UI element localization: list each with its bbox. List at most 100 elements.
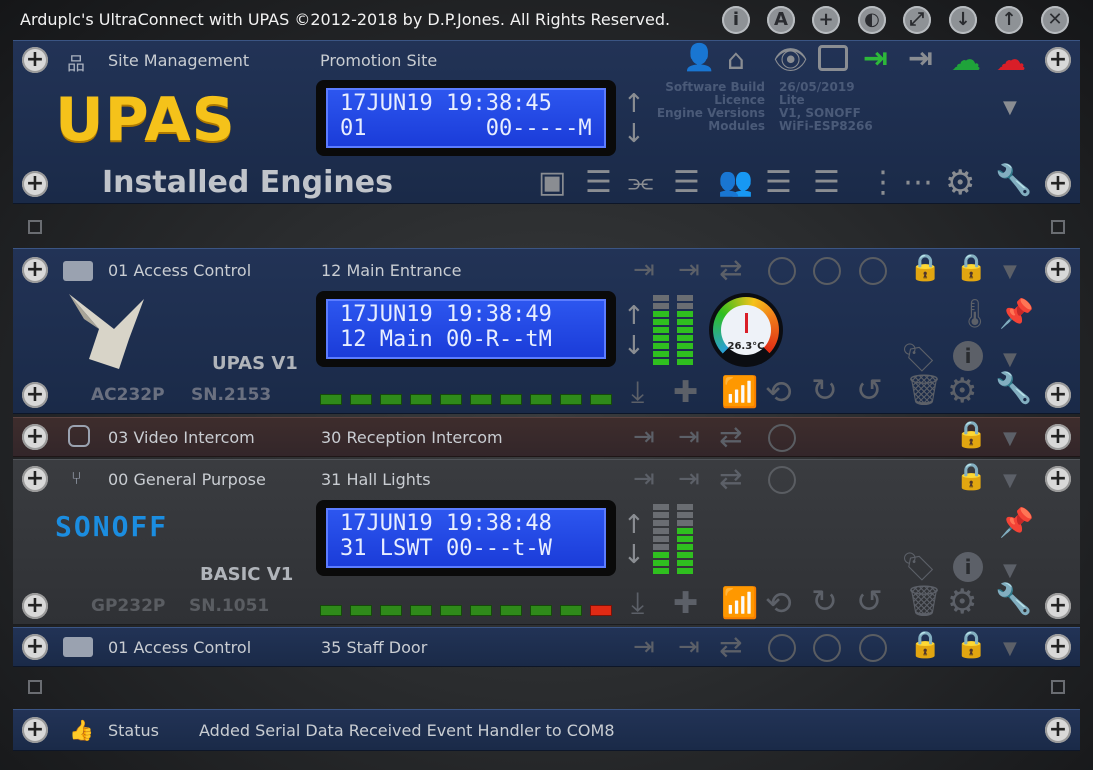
expand-button[interactable]: + xyxy=(22,634,48,660)
dropdown-icon[interactable]: ▼ xyxy=(1003,261,1017,282)
swap-icon[interactable]: ⇄ xyxy=(719,462,742,495)
sliders-icon[interactable]: ☰ xyxy=(813,165,840,200)
users-icon[interactable]: 👥 xyxy=(718,165,753,198)
checkbox[interactable] xyxy=(1051,680,1065,694)
checkbox[interactable] xyxy=(1051,220,1065,234)
expand-button[interactable]: + xyxy=(22,171,48,197)
dropdown-icon[interactable]: ▼ xyxy=(1003,470,1017,491)
usb-icon[interactable]: ⫘ xyxy=(628,165,653,199)
trash-icon[interactable]: 🗑 xyxy=(905,373,943,408)
dropdown-icon[interactable]: ▼ xyxy=(1003,428,1017,449)
login-icon[interactable]: ⇥ xyxy=(633,422,655,452)
logout-icon[interactable]: ⇥ xyxy=(908,41,933,76)
dropdown-icon[interactable]: ▼ xyxy=(1003,97,1017,118)
home-icon[interactable]: ⌂ xyxy=(727,43,745,76)
redo-icon[interactable]: ↻ xyxy=(811,371,838,409)
expand-button[interactable]: + xyxy=(22,382,48,408)
contrast-icon[interactable]: ◐ xyxy=(858,6,886,34)
dropdown-icon[interactable]: ▼ xyxy=(1003,560,1017,581)
dropdown-icon[interactable]: ▼ xyxy=(1003,638,1017,659)
train-icon[interactable]: ▣ xyxy=(538,165,566,200)
expand-button[interactable]: + xyxy=(1045,466,1071,492)
lock-icon[interactable]: 🔒 xyxy=(955,420,987,450)
user-settings-icon[interactable]: 👤 xyxy=(683,43,715,73)
cloud-upload-icon[interactable]: ☁ xyxy=(996,43,1026,78)
login-icon[interactable]: ⇥ xyxy=(863,41,888,76)
wrench-icon[interactable]: 🔧 xyxy=(995,163,1032,198)
cloud-download-icon[interactable]: ☁ xyxy=(951,43,981,78)
expand-button[interactable]: + xyxy=(1045,257,1071,283)
swap-icon[interactable]: ⇄ xyxy=(719,630,742,663)
login-icon[interactable]: ⇥ xyxy=(633,464,655,494)
numbered-list-icon[interactable]: ☰ xyxy=(673,165,700,200)
pin-icon[interactable]: 📌 xyxy=(999,506,1034,539)
expand-button[interactable]: + xyxy=(1045,593,1071,619)
font-icon[interactable]: A xyxy=(767,6,795,34)
logout-icon[interactable]: ⇥ xyxy=(678,255,700,285)
gear-icon[interactable]: ⚙ xyxy=(947,582,977,622)
login-icon[interactable]: ⇥ xyxy=(633,632,655,662)
pin-icon[interactable]: 📌 xyxy=(999,297,1034,330)
scroll-arrows-icon[interactable]: ↑ ↓ xyxy=(623,510,645,570)
dropdown-icon[interactable]: ▼ xyxy=(1003,349,1017,370)
status-circle-3 xyxy=(859,257,887,285)
lock-icon[interactable]: 🔒 xyxy=(955,253,987,283)
expand-button[interactable]: + xyxy=(22,424,48,450)
medkit-icon[interactable]: ✚ xyxy=(673,586,698,621)
lock-icon[interactable]: 🔒 xyxy=(955,462,987,492)
checkbox[interactable] xyxy=(28,680,42,694)
camera-icon[interactable] xyxy=(818,45,848,71)
expand-button[interactable]: + xyxy=(1045,171,1071,197)
redo-icon[interactable]: ↻ xyxy=(811,582,838,620)
vertical-dots-icon[interactable]: ⋮ xyxy=(868,165,898,200)
info-icon[interactable]: i xyxy=(722,6,750,34)
wrench-icon[interactable]: 🔧 xyxy=(995,371,1032,406)
resize-icon[interactable]: ⤢ xyxy=(903,6,931,34)
retweet-icon[interactable]: ⟲ xyxy=(765,584,792,622)
logout-icon[interactable]: ⇥ xyxy=(678,632,700,662)
list-icon[interactable]: ☰ xyxy=(585,165,612,200)
tag-icon[interactable]: 🏷 xyxy=(901,550,937,583)
retweet-icon[interactable]: ⟲ xyxy=(765,373,792,411)
expand-button[interactable]: + xyxy=(1045,382,1071,408)
expand-button[interactable]: + xyxy=(1045,424,1071,450)
swap-icon[interactable]: ⇄ xyxy=(719,420,742,453)
login-icon[interactable]: ⇥ xyxy=(633,255,655,285)
logout-icon[interactable]: ⇥ xyxy=(678,422,700,452)
lock-icon[interactable]: 🔒 xyxy=(909,253,941,283)
expand-button[interactable]: + xyxy=(22,47,48,73)
expand-button[interactable]: + xyxy=(1045,717,1071,743)
medkit-icon[interactable]: ✚ xyxy=(673,375,698,410)
undo-icon[interactable]: ↺ xyxy=(856,582,883,620)
expand-button[interactable]: + xyxy=(1045,47,1071,73)
scroll-arrows-icon[interactable]: ↑ ↓ xyxy=(623,301,645,361)
horizontal-dots-icon[interactable]: ⋯ xyxy=(903,165,933,200)
eye-icon[interactable]: 👁 xyxy=(773,43,809,76)
download-icon[interactable]: ⤓ xyxy=(631,586,644,621)
download-icon[interactable]: ⤓ xyxy=(631,375,644,410)
expand-button[interactable]: + xyxy=(22,593,48,619)
logout-icon[interactable]: ⇥ xyxy=(678,464,700,494)
expand-button[interactable]: + xyxy=(22,466,48,492)
up-icon[interactable]: ↑ xyxy=(995,6,1023,34)
tag-icon[interactable]: 🏷 xyxy=(901,341,937,374)
vu-meter-left xyxy=(653,295,669,367)
undo-icon[interactable]: ↺ xyxy=(856,371,883,409)
trash-icon[interactable]: 🗑 xyxy=(905,584,943,619)
wrench-icon[interactable]: 🔧 xyxy=(995,582,1032,617)
add-icon[interactable]: + xyxy=(812,6,840,34)
lock-icon[interactable]: 🔒 xyxy=(955,630,987,660)
lock-icon[interactable]: 🔒 xyxy=(909,630,941,660)
close-icon[interactable]: ✕ xyxy=(1041,6,1069,34)
down-icon[interactable]: ↓ xyxy=(949,6,977,34)
expand-button[interactable]: + xyxy=(22,717,48,743)
expand-button[interactable]: + xyxy=(22,257,48,283)
info-icon[interactable]: i xyxy=(953,552,983,582)
info-icon[interactable]: i xyxy=(953,341,983,371)
gear-icon[interactable]: ⚙ xyxy=(945,163,975,203)
swap-icon[interactable]: ⇄ xyxy=(719,253,742,286)
expand-button[interactable]: + xyxy=(1045,634,1071,660)
gear-icon[interactable]: ⚙ xyxy=(947,371,977,411)
server-icon[interactable]: ☰ xyxy=(765,165,792,200)
checkbox[interactable] xyxy=(28,220,42,234)
